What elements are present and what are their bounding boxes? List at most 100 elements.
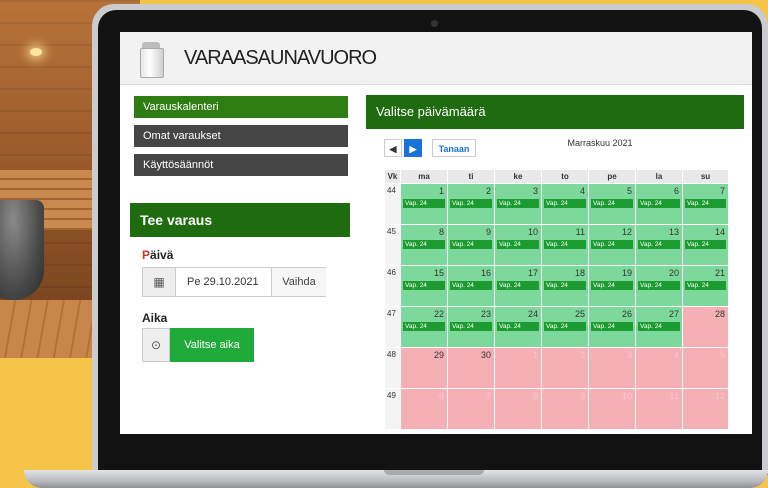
- change-date-button[interactable]: Vaihda: [271, 268, 326, 296]
- menu-item-varauskalenteri[interactable]: Varauskalenteri: [134, 96, 348, 118]
- availability-slot[interactable]: Vap. 24: [685, 281, 726, 290]
- calendar-day-cell[interactable]: 20 Vap. 24: [635, 265, 683, 307]
- calendar-day-cell[interactable]: 23 Vap. 24: [447, 306, 495, 348]
- calendar-day-cell[interactable]: 1 Vap. 24: [400, 183, 448, 225]
- calendar-day-cell[interactable]: 24 Vap. 24: [494, 306, 542, 348]
- day-number: 23: [480, 309, 491, 319]
- availability-slot[interactable]: Vap. 24: [638, 240, 680, 249]
- day-number: 6: [438, 391, 444, 401]
- availability-slot[interactable]: Vap. 24: [591, 281, 633, 290]
- calendar-day-cell[interactable]: 27 Vap. 24: [635, 306, 683, 348]
- calendar-day-cell[interactable]: 12 Vap. 24: [588, 224, 636, 266]
- availability-slot[interactable]: Vap. 24: [450, 322, 492, 331]
- availability-slot[interactable]: Vap. 24: [638, 322, 680, 331]
- calendar-day-cell[interactable]: 26 Vap. 24: [588, 306, 636, 348]
- availability-slot[interactable]: Vap. 24: [591, 322, 633, 331]
- calendar-day-cell[interactable]: 4 Vap. 24: [541, 183, 589, 225]
- calendar-day-cell[interactable]: 28: [682, 306, 729, 348]
- calendar-day-cell[interactable]: 3 Vap. 24: [494, 183, 542, 225]
- calendar-day-cell[interactable]: 11 Vap. 24: [541, 224, 589, 266]
- select-time-button[interactable]: Valitse aika: [170, 328, 254, 362]
- time-picker: ⊙ Valitse aika: [142, 328, 254, 362]
- availability-slot[interactable]: Vap. 24: [450, 240, 492, 249]
- calendar-day-cell[interactable]: 30: [447, 347, 495, 389]
- calendar-day-cell[interactable]: 18 Vap. 24: [541, 265, 589, 307]
- calendar-day-cell[interactable]: 13 Vap. 24: [635, 224, 683, 266]
- calendar-day-cell[interactable]: 10: [588, 388, 636, 430]
- calendar-day-cell[interactable]: 10 Vap. 24: [494, 224, 542, 266]
- calendar-day-cell[interactable]: 5: [682, 347, 729, 389]
- calendar-day-cell[interactable]: 5 Vap. 24: [588, 183, 636, 225]
- menu-item-omat-varaukset[interactable]: Omat varaukset: [134, 125, 348, 147]
- day-number: 11: [575, 227, 585, 237]
- availability-slot[interactable]: Vap. 24: [544, 281, 586, 290]
- availability-slot[interactable]: Vap. 24: [450, 281, 492, 290]
- day-number: 4: [673, 350, 679, 360]
- header-la: la: [635, 169, 683, 184]
- calendar-day-cell[interactable]: 15 Vap. 24: [400, 265, 448, 307]
- top-bar: VARAASAUNAVUORO: [120, 32, 752, 85]
- calendar-day-cell[interactable]: 8: [494, 388, 542, 430]
- calendar-day-cell[interactable]: 7: [447, 388, 495, 430]
- calendar-day-cell[interactable]: 22 Vap. 24: [400, 306, 448, 348]
- calendar-day-cell[interactable]: 8 Vap. 24: [400, 224, 448, 266]
- calendar-day-cell[interactable]: 1: [494, 347, 542, 389]
- calendar-day-cell[interactable]: 6 Vap. 24: [635, 183, 683, 225]
- calendar-day-cell[interactable]: 16 Vap. 24: [447, 265, 495, 307]
- calendar-icon[interactable]: ▦: [143, 268, 176, 296]
- day-number: 13: [668, 227, 679, 237]
- availability-slot[interactable]: Vap. 24: [638, 281, 680, 290]
- menu-item-kayttosaannot[interactable]: Käyttösäännöt: [134, 154, 348, 176]
- day-number: 19: [621, 268, 632, 278]
- calendar-day-cell[interactable]: 29: [400, 347, 448, 389]
- next-month-button[interactable]: ▶: [404, 139, 422, 157]
- calendar-week-row: 49 6 7 8 9 10 11 12: [384, 388, 729, 430]
- calendar-day-cell[interactable]: 21 Vap. 24: [682, 265, 729, 307]
- availability-slot[interactable]: Vap. 24: [403, 240, 445, 249]
- availability-slot[interactable]: Vap. 24: [497, 281, 539, 290]
- availability-slot[interactable]: Vap. 24: [497, 199, 539, 208]
- day-number: 5: [719, 350, 725, 360]
- calendar-day-cell[interactable]: 17 Vap. 24: [494, 265, 542, 307]
- week-number: 44: [384, 183, 401, 225]
- calendar-day-cell[interactable]: 9 Vap. 24: [447, 224, 495, 266]
- calendar-day-cell[interactable]: 4: [635, 347, 683, 389]
- prev-month-button[interactable]: ◀: [384, 139, 402, 157]
- calendar-day-cell[interactable]: 7 Vap. 24: [682, 183, 729, 225]
- calendar-day-cell[interactable]: 3: [588, 347, 636, 389]
- calendar-week-row: 47 22 Vap. 24 23 Vap. 24 24 Vap. 24 25 Vap. 24 26…: [384, 306, 729, 348]
- calendar-day-cell[interactable]: 11: [635, 388, 683, 430]
- availability-slot[interactable]: Vap. 24: [544, 240, 586, 249]
- date-field[interactable]: Pe 29.10.2021: [187, 268, 259, 296]
- day-number: 6: [673, 186, 679, 196]
- availability-slot[interactable]: Vap. 24: [497, 240, 539, 249]
- availability-slot[interactable]: Vap. 24: [450, 199, 492, 208]
- availability-slot[interactable]: Vap. 24: [497, 322, 539, 331]
- day-number: 25: [574, 309, 585, 319]
- today-button[interactable]: Tanaan: [432, 139, 476, 157]
- availability-slot[interactable]: Vap. 24: [638, 199, 680, 208]
- availability-slot[interactable]: Vap. 24: [544, 322, 586, 331]
- calendar-day-cell[interactable]: 14 Vap. 24: [682, 224, 729, 266]
- availability-slot[interactable]: Vap. 24: [544, 199, 586, 208]
- calendar-day-cell[interactable]: 9: [541, 388, 589, 430]
- day-number: 8: [438, 227, 444, 237]
- availability-slot[interactable]: Vap. 24: [591, 240, 633, 249]
- calendar-week-row: 48 29 30 1 2 3 4 5: [384, 347, 729, 389]
- availability-slot[interactable]: Vap. 24: [403, 281, 445, 290]
- calendar-day-cell[interactable]: 2: [541, 347, 589, 389]
- availability-slot[interactable]: Vap. 24: [403, 199, 445, 208]
- calendar-day-cell[interactable]: 2 Vap. 24: [447, 183, 495, 225]
- availability-slot[interactable]: Vap. 24: [685, 240, 726, 249]
- header-ke: ke: [494, 169, 542, 184]
- calendar-day-cell[interactable]: 6: [400, 388, 448, 430]
- availability-slot[interactable]: Vap. 24: [591, 199, 633, 208]
- day-number: 29: [433, 350, 444, 360]
- calendar-day-cell[interactable]: 19 Vap. 24: [588, 265, 636, 307]
- calendar-day-cell[interactable]: 25 Vap. 24: [541, 306, 589, 348]
- availability-slot[interactable]: Vap. 24: [685, 199, 726, 208]
- calendar-day-cell[interactable]: 12: [682, 388, 729, 430]
- availability-slot[interactable]: Vap. 24: [403, 322, 445, 331]
- day-number: 30: [480, 350, 491, 360]
- day-number: 14: [714, 227, 725, 237]
